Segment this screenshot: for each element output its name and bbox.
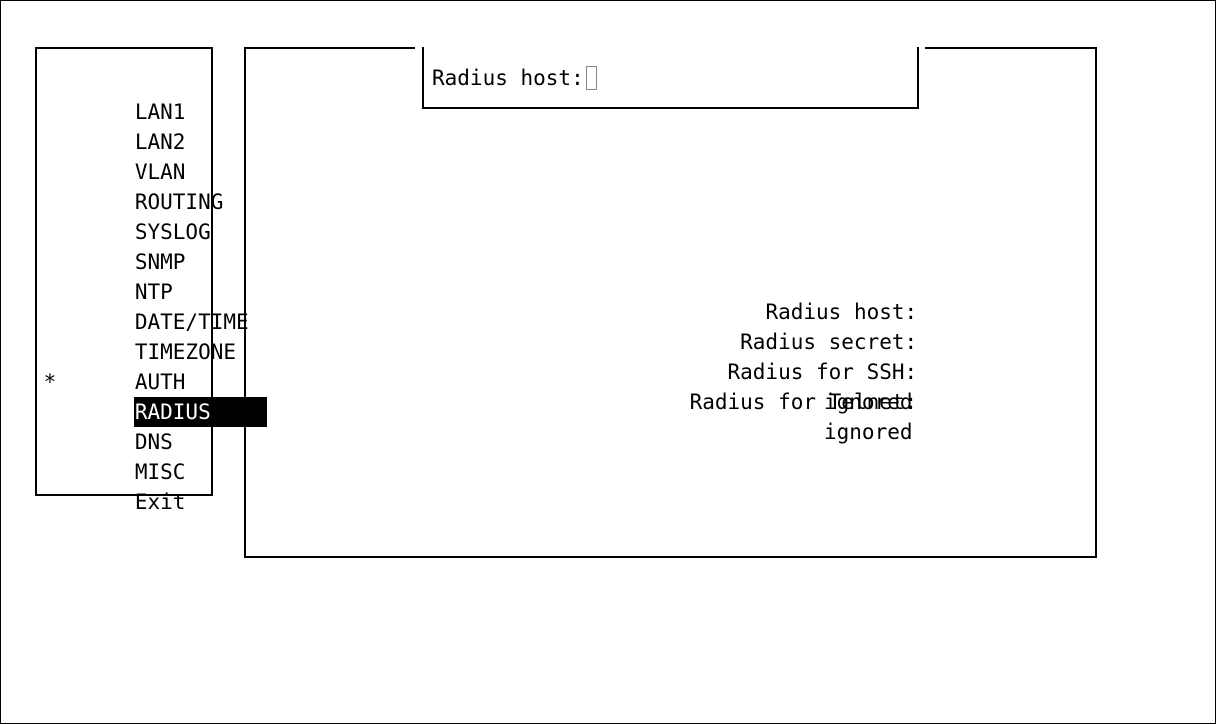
- radius-fields: Radius host: Radius secret: Radius for S…: [246, 267, 918, 444]
- radius-settings-panel: Radius host: Radius secret: Radius for S…: [244, 47, 1097, 558]
- menu-item-misc[interactable]: MISC: [37, 427, 211, 484]
- config-menu: LAN1 LAN2 VLAN ROUTING SYSLOG SNMP NTP D…: [35, 47, 267, 514]
- field-radius-telnet: Radius for Telnet: ignored: [246, 357, 918, 444]
- menu-item-date-time[interactable]: DATE/TIME: [37, 277, 249, 334]
- field-value: ignored: [824, 420, 913, 444]
- field-radius-secret: Radius secret:: [246, 297, 917, 354]
- menu-item-timezone[interactable]: TIMEZONE: [37, 307, 236, 364]
- menu-item-auth[interactable]: AUTH: [37, 337, 211, 394]
- dialog-prompt-line: Radius host:: [432, 65, 597, 91]
- selection-marker: *: [43, 370, 57, 394]
- menu-item-lan2[interactable]: LAN2: [37, 97, 211, 154]
- menu-item-snmp[interactable]: SNMP: [37, 217, 211, 274]
- menu-item-radius[interactable]: * RADIUS: [37, 367, 267, 427]
- menu-item-label: Exit: [134, 490, 186, 514]
- field-label: Radius for SSH:: [727, 360, 918, 384]
- radius-host-dialog: Radius host:: [422, 47, 919, 109]
- menu-item-syslog[interactable]: SYSLOG: [37, 187, 211, 244]
- field-radius-host: Radius host:: [246, 267, 917, 324]
- menu-item-routing[interactable]: ROUTING: [37, 157, 224, 214]
- menu-item-lan1[interactable]: LAN1: [37, 67, 211, 124]
- menu-item-dns[interactable]: DNS: [37, 397, 211, 454]
- field-label: Radius secret:: [740, 330, 918, 354]
- field-label: Radius for Telnet:: [689, 390, 918, 414]
- field-radius-ssh: Radius for SSH: ignored: [246, 327, 918, 414]
- field-label: Radius host:: [765, 300, 918, 324]
- terminal-screen: LAN1 LAN2 VLAN ROUTING SYSLOG SNMP NTP D…: [0, 0, 1216, 724]
- menu-item-ntp[interactable]: NTP: [37, 247, 211, 304]
- dialog-prompt: Radius host:: [432, 66, 584, 90]
- text-cursor: [585, 66, 597, 90]
- menu-item-exit[interactable]: Exit: [37, 457, 211, 514]
- menu-item-vlan[interactable]: VLAN: [37, 127, 211, 184]
